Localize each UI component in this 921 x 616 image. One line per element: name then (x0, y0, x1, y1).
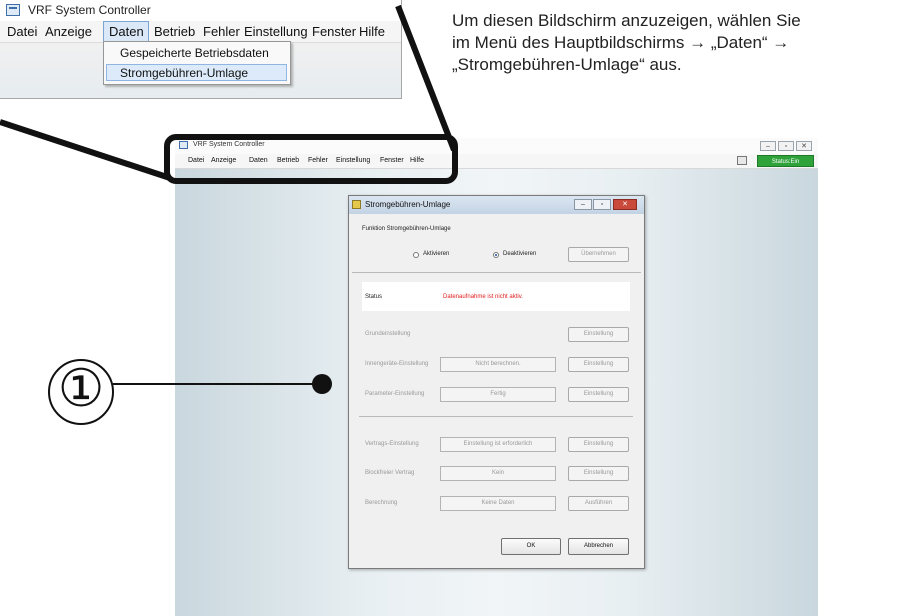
app-menu-betrieb[interactable]: Betrieb (277, 157, 299, 164)
daten-dropdown: Gespeicherte Betriebsdaten Stromgebühren… (103, 41, 291, 85)
radio-activate[interactable] (413, 252, 419, 258)
menu-daten[interactable]: Daten (109, 24, 144, 39)
ok-button[interactable]: OK (501, 538, 561, 555)
app-menubar (175, 154, 818, 169)
menu-fehler[interactable]: Fehler (203, 24, 240, 39)
menu-betrieb[interactable]: Betrieb (154, 24, 195, 39)
dropdown-item-stromgebuehren-umlage[interactable]: Stromgebühren-Umlage (120, 66, 248, 80)
dialog-maximize-button[interactable]: ▫ (593, 199, 611, 210)
instruction-text: Um diesen Bildschirm anzuzeigen, wählen … (452, 11, 801, 74)
app-menu-datei[interactable]: Datei (188, 157, 204, 164)
zoomed-menu-callout: VRF System Controller Datei Anzeige Date… (0, 0, 402, 99)
berechnung-button[interactable]: Ausführen (568, 496, 629, 511)
dialog-icon (352, 200, 361, 209)
app-menu-anzeige[interactable]: Anzeige (211, 157, 236, 164)
innengeraete-field: Nicht berechnen. (440, 357, 556, 372)
app-menu-hilfe[interactable]: Hilfe (410, 157, 424, 164)
vertrag-field: Einstellung ist erforderlich (440, 437, 556, 452)
zoom-pointer-line-right (395, 4, 457, 152)
function-label: Funktion Stromgebühren-Umlage (362, 226, 451, 232)
radio-deactivate-label: Deaktivieren (503, 251, 537, 257)
vertrag-button[interactable]: Einstellung (568, 437, 629, 452)
dialog-close-button[interactable]: ✕ (613, 199, 637, 210)
menu-fenster[interactable]: Fenster (312, 24, 356, 39)
app-icon (6, 4, 20, 16)
callout-number: ① (57, 360, 105, 418)
menu-anzeige[interactable]: Anzeige (45, 24, 92, 39)
dialog-title: Stromgebühren-Umlage (365, 200, 451, 209)
app-titlebar (175, 138, 818, 154)
radio-activate-label: Aktivieren (423, 251, 450, 257)
radio-deactivate[interactable] (493, 252, 499, 258)
app-menu-fenster[interactable]: Fenster (380, 157, 404, 164)
blockfreier-vertrag-button[interactable]: Einstellung (568, 466, 629, 481)
status-value: Datenaufnahme ist nicht aktiv. (443, 294, 523, 300)
menu-datei[interactable]: Datei (7, 24, 37, 39)
parameter-button[interactable]: Einstellung (568, 387, 629, 402)
parameter-field: Fertig (440, 387, 556, 402)
minimize-button[interactable]: – (760, 141, 776, 151)
berechnung-field: Keine Daten (440, 496, 556, 511)
row-label-grundeinstellung: Grundeinstellung (365, 331, 411, 337)
separator-middle (359, 416, 633, 417)
row-label-vertrag: Vertrags-Einstellung (365, 441, 419, 447)
app-icon (179, 141, 188, 149)
zoom-pointer-line-left (0, 119, 171, 181)
apply-button[interactable]: Übernehmen (568, 247, 629, 262)
menu-einstellung[interactable]: Einstellung (244, 24, 308, 39)
zoom-window-title: VRF System Controller (28, 3, 151, 17)
close-button[interactable]: ✕ (796, 141, 812, 151)
app-menu-einstellung[interactable]: Einstellung (336, 157, 370, 164)
dialog-minimize-button[interactable]: – (574, 199, 592, 210)
status-label: Status (365, 294, 383, 300)
maximize-button[interactable]: ▫ (778, 141, 794, 151)
app-menu-fehler[interactable]: Fehler (308, 157, 328, 164)
row-label-berechnung: Berechnung (365, 500, 398, 506)
main-app-window: VRF System Controller – ▫ ✕ Datei Anzeig… (175, 138, 818, 616)
separator-top (352, 272, 641, 273)
cancel-button[interactable]: Abbrechen (568, 538, 629, 555)
network-icon[interactable] (737, 156, 747, 165)
grundeinstellung-button[interactable]: Einstellung (568, 327, 629, 342)
blockfreier-vertrag-field: Kein (440, 466, 556, 481)
app-menu-daten[interactable]: Daten (249, 157, 268, 164)
dropdown-item-gespeicherte-betriebsdaten[interactable]: Gespeicherte Betriebsdaten (120, 46, 269, 60)
row-label-parameter: Parameter-Einstellung (365, 391, 425, 397)
menu-hilfe[interactable]: Hilfe (359, 24, 385, 39)
innengeraete-button[interactable]: Einstellung (568, 357, 629, 372)
row-label-innengeraete: Innengeräte-Einstellung (365, 361, 429, 367)
app-window-title: VRF System Controller (193, 141, 265, 148)
status-button[interactable]: Status:Ein (757, 155, 814, 167)
row-label-blockfreier-vertrag: Blockfreier Vertrag (365, 470, 415, 476)
stromgebuehren-dialog: Stromgebühren-Umlage – ▫ ✕ Funktion Stro… (348, 195, 645, 569)
